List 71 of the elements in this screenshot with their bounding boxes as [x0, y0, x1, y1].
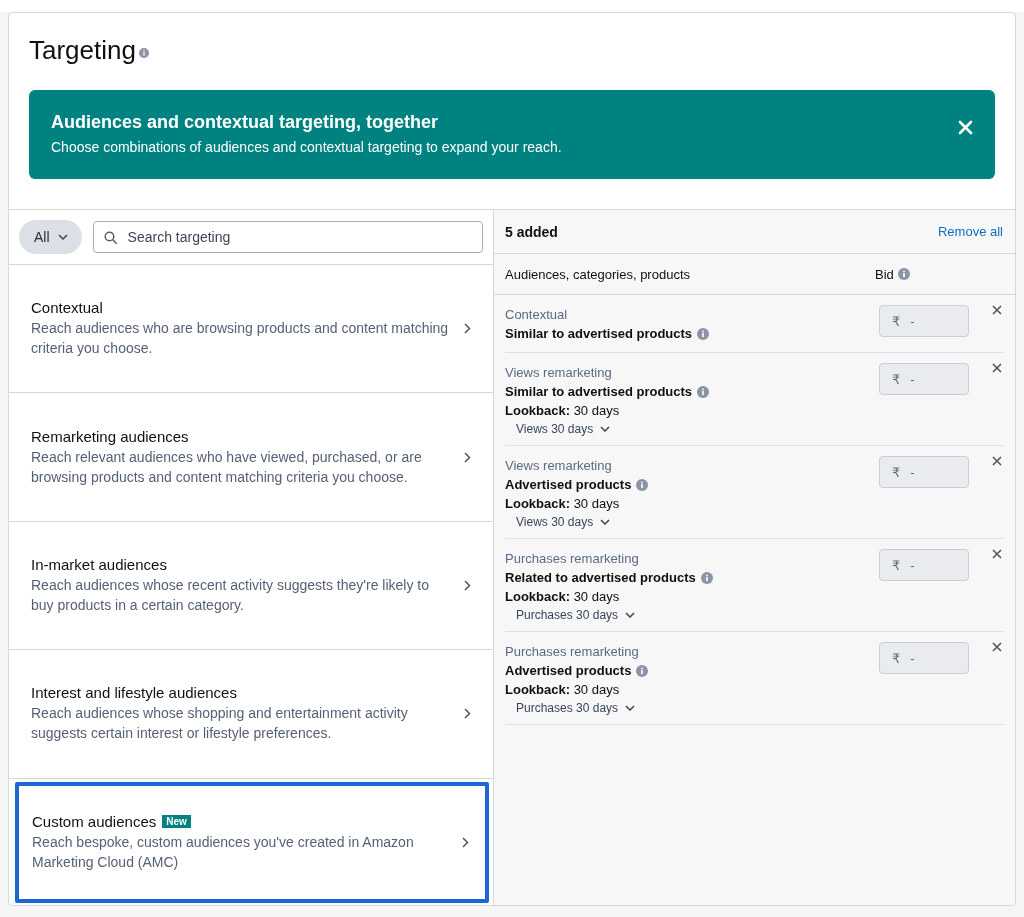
targeting-name: Similar to advertised products: [505, 325, 693, 343]
bid-field[interactable]: ₹ -: [879, 305, 969, 337]
info-icon: [897, 268, 910, 280]
targeting-type: Views remarketing: [505, 364, 613, 382]
chevron-right-icon: [464, 323, 471, 335]
category-description: Reach bespoke, custom audiences you've created in Amazon Marketing Cloud (AMC): [32, 832, 415, 872]
lookback-dropdown[interactable]: Views 30 days: [516, 515, 611, 529]
info-icon: [697, 327, 710, 340]
close-icon[interactable]: [992, 456, 1002, 466]
filter-dropdown[interactable]: All: [19, 220, 82, 254]
close-icon[interactable]: [992, 305, 1002, 315]
bid-field[interactable]: ₹ -: [879, 456, 969, 488]
remove-all-link[interactable]: Remove all: [937, 224, 1003, 239]
lookback-text: Lookback: 30 days: [505, 495, 621, 513]
lookback-text: Lookback: 30 days: [505, 588, 621, 606]
category-item[interactable]: Custom audiences New Reach bespoke, custom audiences you've created in Amazon Marketing Cloud (AMC): [15, 781, 489, 903]
close-icon[interactable]: [992, 549, 1002, 559]
added-count: 5 added: [505, 223, 558, 240]
column-header: Bid: [875, 266, 894, 282]
info-icon: [700, 571, 713, 584]
chevron-right-icon: [464, 579, 471, 591]
targeting-name: Advertised products: [505, 476, 632, 494]
caret-icon: [625, 612, 636, 618]
info-icon: [636, 664, 649, 677]
caret-icon: [625, 705, 636, 711]
bid-field[interactable]: ₹ -: [879, 363, 969, 395]
lookback-text: Lookback: 30 days: [505, 681, 621, 699]
targeting-type: Purchases remarketing: [505, 550, 640, 568]
search-icon: [103, 231, 118, 245]
targeting-name: Advertised products: [505, 662, 632, 680]
lookback-text: Lookback: 30 days: [505, 402, 621, 420]
category-item[interactable]: In-market audiences Reach audiences whose recent activity suggests they're likely to buy products in a certain category.: [9, 521, 493, 651]
category-description: Reach audiences whose recent activity suggests they're likely to buy products in a certain category.: [31, 575, 430, 615]
lookback-dropdown[interactable]: Purchases 30 days: [516, 608, 636, 622]
chevron-right-icon: [464, 451, 471, 463]
bid-field[interactable]: ₹ -: [879, 642, 969, 674]
chevron-right-icon: [464, 708, 471, 720]
bid-field[interactable]: ₹ -: [879, 549, 969, 581]
category-item[interactable]: Contextual Reach audiences who are browsing products and content matching criteria you choose.: [9, 265, 493, 394]
info-icon: [697, 385, 710, 398]
category-description: Reach audiences whose shopping and entertainment activity suggests certain interest or lifestyle preferences.: [31, 704, 409, 744]
targeting-type: Views remarketing: [505, 457, 613, 475]
category-title: Contextual: [31, 299, 103, 317]
column-header: Audiences, categories, products: [505, 266, 691, 282]
targeting-name: Related to advertised products: [505, 569, 696, 587]
chevron-right-icon: [462, 836, 469, 848]
category-item[interactable]: Interest and lifestyle audiences Reach audiences whose shopping and entertainment activity suggests certain interest or lifestyle preferences.: [9, 650, 493, 779]
category-item[interactable]: Remarketing audiences Reach relevant audiences who have viewed, purchased, or are browsing products and content matching criteria you choose.: [9, 393, 493, 522]
banner-text: Choose combinations of audiences and contextual targeting to expand your reach.: [51, 139, 562, 155]
category-description: Reach audiences who are browsing products and content matching criteria you choose.: [31, 319, 450, 359]
caret-icon: [600, 426, 611, 432]
banner-title: Audiences and contextual targeting, together: [51, 112, 440, 133]
category-title: Remarketing audiences: [31, 427, 189, 445]
targeting-name: Similar to advertised products: [505, 383, 693, 401]
new-badge: New: [162, 814, 191, 828]
lookback-dropdown[interactable]: Views 30 days: [516, 422, 611, 436]
category-title: In-market audiences: [31, 555, 167, 573]
search-field[interactable]: Search targeting: [92, 221, 483, 253]
caret-icon: [600, 519, 611, 525]
info-icon: [636, 478, 649, 491]
page-title: Targeting: [29, 35, 136, 66]
info-icon: [138, 47, 149, 58]
targeting-type: Contextual: [505, 306, 569, 324]
close-icon[interactable]: [992, 642, 1002, 652]
lookback-dropdown[interactable]: Purchases 30 days: [516, 701, 636, 715]
close-icon[interactable]: [992, 363, 1002, 373]
targeting-type: Purchases remarketing: [505, 643, 640, 661]
caret-icon: [57, 234, 68, 240]
category-title: Custom audiences: [32, 812, 157, 830]
category-title: Interest and lifestyle audiences: [31, 684, 237, 702]
category-description: Reach relevant audiences who have viewed, purchased, or are browsing products and content matching criteria you choose.: [31, 447, 423, 487]
